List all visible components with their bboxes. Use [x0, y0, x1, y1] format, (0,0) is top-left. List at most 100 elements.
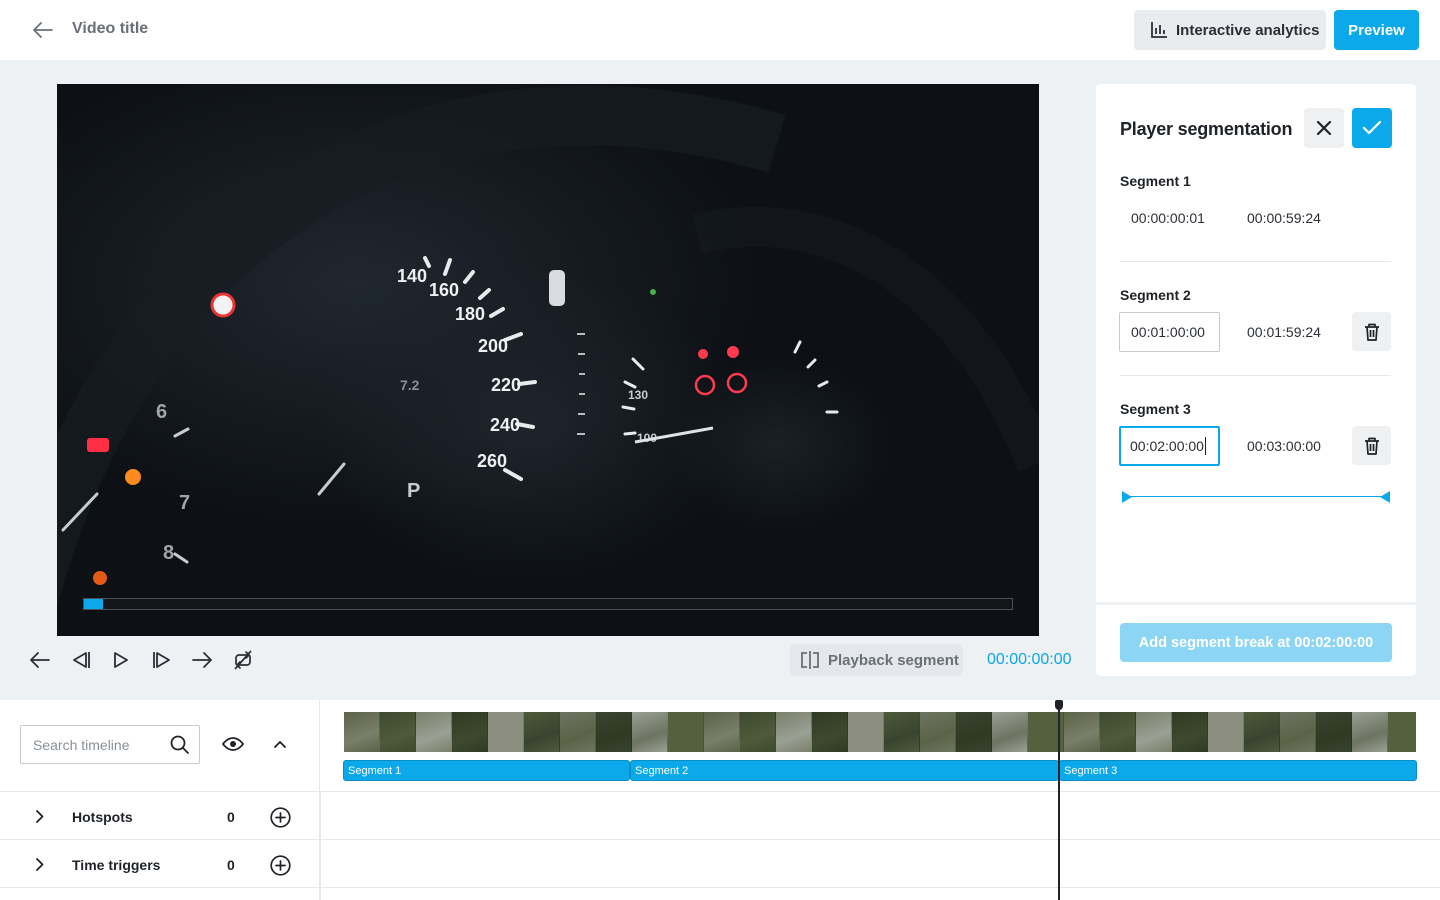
svg-text:8: 8: [163, 542, 174, 564]
video-progress-bar[interactable]: [83, 598, 1013, 610]
player-controls: [26, 645, 269, 675]
add-time-trigger-button[interactable]: [268, 853, 292, 877]
segment-1-start[interactable]: 00:00:00:01: [1131, 210, 1205, 226]
panel-title: Player segmentation: [1120, 119, 1293, 139]
segment-3-start-value: 00:02:00:00: [1130, 438, 1204, 454]
delete-segment-3-button[interactable]: [1352, 426, 1391, 465]
step-back-icon: [72, 652, 90, 668]
row-separator: [320, 840, 321, 888]
timeline-segment-2-bar[interactable]: Segment 2: [630, 760, 1059, 781]
loop-off-icon: [233, 650, 252, 670]
bar-chart-icon: [1151, 22, 1167, 38]
timeline: Search timeline Segment 1 Segment 2 Segm…: [0, 700, 1440, 900]
time-triggers-label: Time triggers: [72, 857, 161, 873]
player-segmentation-panel: Player segmentation Segment 1 00:00:00:0…: [1096, 84, 1416, 676]
panel-confirm-button[interactable]: [1352, 108, 1392, 148]
panel-close-button[interactable]: [1304, 108, 1344, 148]
jump-back-button[interactable]: [26, 646, 54, 674]
filmstrip-frame: [632, 712, 668, 752]
chevron-right-icon: [36, 809, 44, 823]
filmstrip-frame: [380, 712, 416, 752]
add-segment-break-button[interactable]: Add segment break at 00:02:00:00: [1120, 623, 1392, 662]
split-segment-icon: [801, 651, 819, 669]
hotspots-label: Hotspots: [72, 809, 133, 825]
range-start-handle-icon[interactable]: [1122, 491, 1132, 503]
segment-range-slider[interactable]: [1122, 490, 1390, 504]
row-separator: [320, 792, 321, 840]
filmstrip-frame: [1100, 712, 1136, 752]
timeline-segment-1-bar[interactable]: Segment 1: [343, 760, 630, 781]
plus-circle-icon: [269, 854, 291, 876]
chevron-right-icon: [36, 857, 44, 871]
filmstrip-frame: [596, 712, 632, 752]
search-timeline-input[interactable]: Search timeline: [20, 725, 200, 764]
segment-2-label: Segment 2: [1120, 287, 1191, 303]
svg-text:160: 160: [429, 280, 459, 300]
svg-text:P: P: [407, 480, 420, 502]
delete-segment-2-button[interactable]: [1352, 312, 1391, 351]
preview-button[interactable]: Preview: [1334, 10, 1419, 50]
row-separator: [320, 888, 321, 900]
segment-2-start-input[interactable]: 00:01:00:00: [1119, 312, 1220, 352]
filmstrip-frame: [1352, 712, 1388, 752]
close-icon: [1317, 121, 1331, 135]
panel-footer: Add segment break at 00:02:00:00: [1096, 602, 1416, 676]
video-progress-fill: [84, 599, 103, 609]
step-back-button[interactable]: [67, 646, 95, 674]
timeline-segment-3-bar[interactable]: Segment 3: [1059, 760, 1417, 781]
segment-3-label: Segment 3: [1120, 401, 1191, 417]
expand-time-triggers-button[interactable]: [30, 854, 50, 874]
filmstrip-frame: [848, 712, 884, 752]
segment-divider: [1120, 375, 1391, 376]
filmstrip-frame: [956, 712, 992, 752]
segment-3-start-input[interactable]: 00:02:00:00: [1119, 426, 1220, 466]
trash-icon: [1364, 323, 1379, 341]
svg-text:220: 220: [491, 375, 521, 395]
video-title[interactable]: Video title: [72, 20, 148, 38]
svg-text:6: 6: [156, 401, 167, 423]
eye-icon: [222, 737, 244, 751]
filmstrip-frame: [1280, 712, 1316, 752]
search-icon[interactable]: [170, 735, 189, 754]
filmstrip-frame: [1064, 712, 1100, 752]
loop-toggle-button[interactable]: [229, 646, 257, 674]
step-forward-button[interactable]: [148, 646, 176, 674]
timeline-playhead[interactable]: [1058, 700, 1060, 900]
video-filmstrip[interactable]: [344, 712, 1416, 752]
back-button[interactable]: [30, 18, 56, 42]
filmstrip-frame: [992, 712, 1028, 752]
interactive-analytics-button[interactable]: Interactive analytics: [1134, 10, 1326, 50]
filmstrip-frame: [704, 712, 740, 752]
segment-1-label: Segment 1: [1120, 173, 1191, 189]
play-icon: [114, 652, 128, 668]
filmstrip-frame: [344, 712, 380, 752]
interactive-analytics-label: Interactive analytics: [1176, 21, 1320, 39]
jump-forward-icon: [192, 652, 212, 668]
segment-divider: [1120, 261, 1391, 262]
timeline-row-hotspots: Hotspots 0: [0, 791, 1440, 840]
jump-back-icon: [30, 652, 50, 668]
filmstrip-frame: [1136, 712, 1172, 752]
range-end-handle-icon[interactable]: [1380, 491, 1390, 503]
playback-segment-button[interactable]: Playback segment: [790, 644, 963, 676]
svg-text:180: 180: [455, 304, 485, 324]
add-hotspot-button[interactable]: [268, 805, 292, 829]
dashboard-frame: 140 160 180 200 220 240 260 P 130 100 7.…: [57, 85, 1039, 609]
jump-forward-button[interactable]: [188, 646, 216, 674]
play-button[interactable]: [107, 646, 135, 674]
expand-hotspots-button[interactable]: [30, 806, 50, 826]
filmstrip-frame: [740, 712, 776, 752]
playhead-handle[interactable]: [1055, 700, 1063, 710]
video-player[interactable]: 140 160 180 200 220 240 260 P 130 100 7.…: [57, 84, 1039, 636]
timeline-row-time-triggers: Time triggers 0: [0, 839, 1440, 888]
filmstrip-frame: [560, 712, 596, 752]
segment-3-end: 00:03:00:00: [1247, 438, 1321, 454]
filmstrip-frame: [416, 712, 452, 752]
visibility-toggle-button[interactable]: [219, 730, 247, 758]
svg-text:7.2: 7.2: [400, 377, 420, 393]
current-timecode: 00:00:00:00: [987, 651, 1072, 668]
svg-text:140: 140: [397, 266, 427, 286]
search-placeholder: Search timeline: [33, 736, 130, 753]
segment-2-end: 00:01:59:24: [1247, 324, 1321, 340]
collapse-timeline-button[interactable]: [267, 730, 293, 758]
